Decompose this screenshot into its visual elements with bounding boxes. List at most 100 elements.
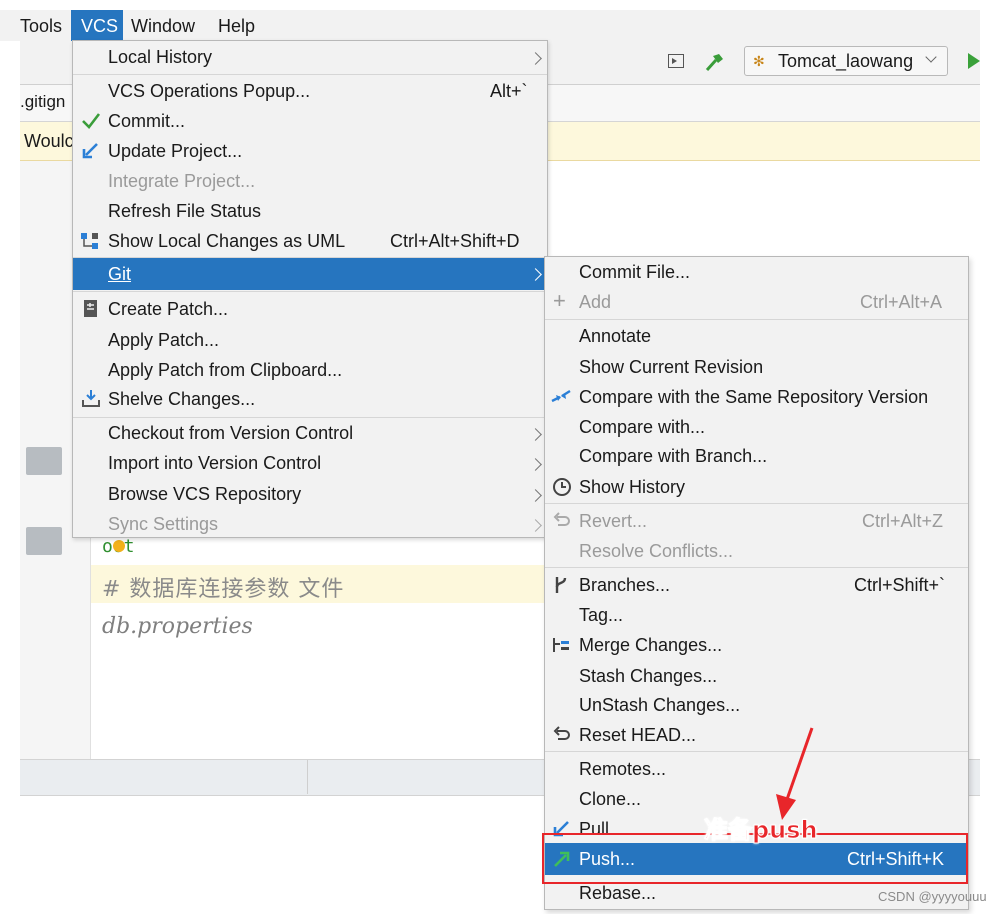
item-label: Add [579,292,612,312]
menu-vcs-label: VCS [81,16,119,36]
git-item-reset-head[interactable]: Reset HEAD... [545,722,968,750]
item-label: Revert... [579,511,648,531]
item-shortcut: Ctrl+Alt+Shift+D [390,231,520,251]
git-item-merge-changes[interactable]: Merge Changes... [545,632,968,660]
item-label: Create Patch... [108,299,229,319]
build-hammer-icon[interactable] [704,52,726,72]
shelve-icon [81,389,101,409]
vcs-item-browse-repository[interactable]: Browse VCS Repository [73,481,547,509]
vcs-item-import[interactable]: Import into Version Control [73,450,547,478]
submenu-arrow-icon [529,519,542,532]
git-item-commit-file[interactable]: Commit File... [545,259,968,287]
item-label: Show History [579,477,686,497]
watermark: CSDN @yyyyouuu [878,889,987,904]
annotation-arrow [770,724,820,824]
vcs-item-create-patch[interactable]: Create Patch... [73,296,547,324]
git-item-stash-changes[interactable]: Stash Changes... [545,663,968,691]
run-config-dropdown[interactable]: ✻ Tomcat_laowang [744,46,948,76]
merge-icon [551,635,571,655]
git-item-annotate[interactable]: Annotate [545,323,968,351]
item-label: Git [108,264,132,284]
vcs-item-update-project[interactable]: Update Project... [73,138,547,166]
item-label: Compare with Branch... [579,446,768,466]
menu-window[interactable]: Window [131,16,195,36]
run-config-label: Tomcat_laowang [778,51,914,71]
banner-text: Woulc [24,131,74,151]
item-label: Integrate Project... [108,171,256,191]
git-item-show-history[interactable]: Show History [545,474,968,502]
item-shortcut: Ctrl+Alt+A [860,292,943,312]
chevron-down-icon [925,51,937,63]
editor-tab[interactable]: .gitign [20,92,65,112]
lightbulb-icon[interactable] [113,540,125,552]
item-label: Remotes... [579,759,667,779]
patch-icon [81,299,101,319]
vcs-item-apply-patch[interactable]: Apply Patch... [73,327,547,355]
vcs-item-show-local-changes-uml[interactable]: Show Local Changes as UML Ctrl+Alt+Shift… [73,228,547,256]
menu-help[interactable]: Help [218,16,255,36]
item-label: Local History [108,47,213,67]
item-label: Branches... [579,575,671,595]
plus-icon: + [553,288,566,313]
submenu-arrow-icon [529,428,542,441]
git-item-unstash-changes[interactable]: UnStash Changes... [545,692,968,720]
git-item-tag[interactable]: Tag... [545,602,968,630]
item-label: Sync Settings [108,514,219,534]
menu-tools[interactable]: Tools [20,16,62,36]
reset-icon [552,725,572,745]
menu-vcs[interactable]: VCS [71,10,123,41]
separator [545,567,968,568]
check-icon [81,111,101,131]
terminal-icon[interactable] [668,54,684,68]
item-label: Apply Patch... [108,330,220,350]
vcs-item-git[interactable]: Git [73,258,547,290]
item-label: Show Local Changes as UML [108,231,346,251]
git-item-compare-same-repo[interactable]: Compare with the Same Repository Version [545,384,968,412]
vcs-item-shelve-changes[interactable]: Shelve Changes... [73,386,547,414]
item-label: Commit... [108,111,186,131]
update-arrow-icon [81,141,101,161]
separator [73,291,547,292]
vcs-item-apply-patch-clipboard[interactable]: Apply Patch from Clipboard... [73,357,547,385]
run-icon[interactable] [968,53,980,69]
submenu-arrow-icon [529,52,542,65]
item-label: Browse VCS Repository [108,484,302,504]
compare-icon [550,387,571,407]
folder-icon [26,527,62,555]
git-item-add: + Add Ctrl+Alt+A [545,289,968,317]
git-item-resolve-conflicts: Resolve Conflicts... [545,538,968,566]
separator [545,751,968,752]
annotation-label: 准备push [704,816,819,845]
item-label: Update Project... [108,141,243,161]
item-label: Rebase... [579,883,657,903]
vcs-item-integrate-project: Integrate Project... [73,168,547,196]
separator [545,503,968,504]
item-label: Compare with... [579,417,706,437]
git-item-remotes[interactable]: Remotes... [545,756,968,784]
item-label: Show Current Revision [579,357,764,377]
item-label: Refresh File Status [108,201,262,221]
vcs-item-operations-popup[interactable]: VCS Operations Popup... Alt+` [73,78,547,106]
item-label: Merge Changes... [579,635,723,655]
vcs-item-refresh-file-status[interactable]: Refresh File Status [73,198,547,226]
item-label: Commit File... [579,262,691,282]
separator [73,417,547,418]
item-label: Tag... [579,605,624,625]
item-label: Clone... [579,789,642,809]
item-label: VCS Operations Popup... [108,81,311,101]
git-item-compare-with[interactable]: Compare with... [545,414,968,442]
bottom-panel-divider [307,760,308,794]
item-shortcut: Alt+` [490,81,528,101]
vcs-item-commit[interactable]: Commit... [73,108,547,136]
submenu-arrow-icon [529,268,542,281]
vcs-item-local-history[interactable]: Local History [73,44,547,72]
git-item-branches[interactable]: Branches... Ctrl+Shift+` [545,572,968,600]
vcs-item-checkout[interactable]: Checkout from Version Control [73,420,547,448]
uml-icon [79,231,99,251]
git-item-show-current-revision[interactable]: Show Current Revision [545,354,968,382]
git-item-compare-with-branch[interactable]: Compare with Branch... [545,443,968,471]
item-shortcut: Ctrl+Shift+` [854,575,946,595]
git-item-revert: Revert... Ctrl+Alt+Z [545,508,968,536]
item-label: Apply Patch from Clipboard... [108,360,343,380]
item-label: Compare with the Same Repository Version [579,387,929,407]
